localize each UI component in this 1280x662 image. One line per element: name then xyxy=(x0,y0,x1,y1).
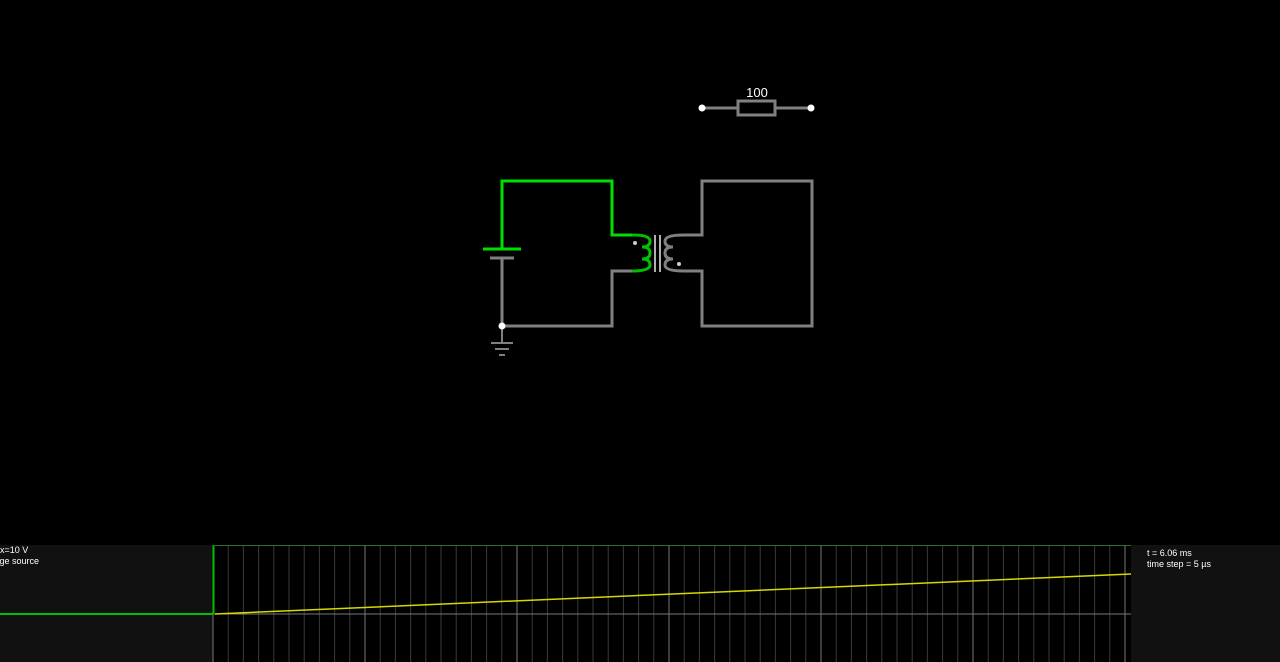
secondary-wire[interactable] xyxy=(684,179,814,328)
transformer-primary-dot xyxy=(633,241,637,245)
circuit-canvas[interactable]: 100 xyxy=(0,0,1280,545)
scope-grid xyxy=(212,545,1126,662)
ground-symbol[interactable] xyxy=(491,326,513,356)
scope-step-label: time step = 5 µs xyxy=(1147,559,1211,569)
resistor-body xyxy=(736,99,777,117)
resistor-node-right[interactable] xyxy=(807,104,815,112)
resistor-value-label: 100 xyxy=(746,85,768,100)
primary-active-wire[interactable] xyxy=(500,179,632,249)
ground-node[interactable] xyxy=(498,322,506,330)
scope-panel[interactable]: ax=10 V ltage source t = 6.06 ms time st… xyxy=(0,545,1280,662)
transformer-primary-coil xyxy=(631,233,652,273)
transformer[interactable] xyxy=(631,233,685,273)
transformer-secondary-dot xyxy=(677,262,681,266)
resistor[interactable]: 100 xyxy=(698,85,815,117)
voltage-source[interactable] xyxy=(483,247,521,260)
scope-plot-area xyxy=(213,545,1131,662)
primary-return-wire[interactable] xyxy=(500,258,632,328)
scope-source-label: ltage source xyxy=(0,556,40,566)
scope-info-left: ax=10 V ltage source xyxy=(0,545,212,662)
scope-max-label: ax=10 V xyxy=(0,545,29,555)
resistor-node-left[interactable] xyxy=(698,104,706,112)
transformer-secondary-coil xyxy=(663,233,685,273)
scope-time-label: t = 6.06 ms xyxy=(1147,548,1192,558)
circuit-simulator: 100 x=10 V ge source t = 6.06 ms time st… xyxy=(0,0,1280,662)
